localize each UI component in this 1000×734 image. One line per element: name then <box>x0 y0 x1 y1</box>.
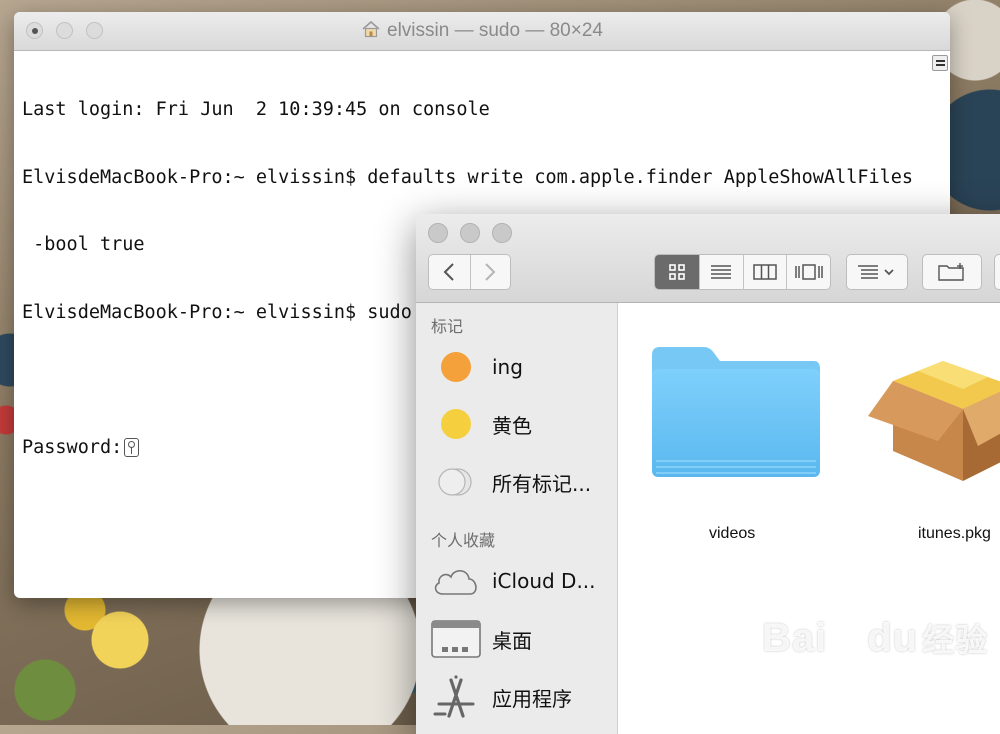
sidebar-item-label: 应用程序 <box>492 686 572 711</box>
yellow-tag-icon <box>441 409 471 439</box>
home-icon <box>362 20 380 38</box>
paw-icon <box>832 618 865 652</box>
back-button[interactable] <box>429 255 470 289</box>
watermark-brand: Bai du 经验 <box>762 615 988 661</box>
sidebar-item-icloud-drive[interactable]: iCloud D... <box>416 561 617 601</box>
list-view-button[interactable] <box>698 255 743 289</box>
favorites-header: 个人收藏 <box>431 531 496 550</box>
cover-flow-icon <box>794 264 823 280</box>
tags-header: 标记 <box>431 317 464 336</box>
list-icon <box>711 265 732 279</box>
sidebar-item-tag-yellow[interactable]: 黄色 <box>416 404 617 444</box>
column-view-button[interactable] <box>742 255 787 289</box>
forward-button[interactable] <box>469 255 510 289</box>
watermark-url: jingyan.baidu.com <box>768 663 897 680</box>
arrange-icon <box>858 265 894 279</box>
baidu-watermark: Bai du 经验 jingyan.baidu.com <box>762 615 988 681</box>
finder-sidebar[interactable]: 标记 ing 黄色 所有标记... 个人收藏 iCloud D... 桌面 应用… <box>416 303 618 734</box>
terminal-line: ElvisdeMacBook-Pro:~ elvissin$ defaults … <box>22 166 914 188</box>
nav-buttons[interactable] <box>428 254 511 290</box>
file-item-itunes-pkg[interactable] <box>863 331 1000 495</box>
gallery-view-button[interactable] <box>786 255 830 289</box>
key-icon <box>124 437 140 457</box>
sidebar-item-applications[interactable]: 应用程序 <box>416 675 617 718</box>
new-folder-button[interactable] <box>922 254 982 290</box>
sidebar-item-label: 所有标记... <box>492 471 592 496</box>
sidebar-item-label: iCloud D... <box>492 569 596 593</box>
orange-tag-icon <box>441 352 471 382</box>
file-name: itunes.pkg <box>918 525 991 542</box>
watermark-brand-part: 经验 <box>922 622 989 658</box>
icon-view-button[interactable] <box>655 255 699 289</box>
file-item-videos[interactable] <box>648 343 824 487</box>
scrollbar-toggle[interactable] <box>932 55 948 71</box>
terminal-title: elvissin — sudo — 80×24 <box>14 20 950 42</box>
close-button[interactable] <box>428 223 448 243</box>
new-folder-icon <box>938 263 964 281</box>
columns-icon <box>753 264 777 280</box>
chevron-right-icon <box>485 263 496 281</box>
view-mode-control[interactable] <box>654 254 831 290</box>
zoom-button[interactable] <box>492 223 512 243</box>
sidebar-item-all-tags[interactable]: 所有标记... <box>416 462 617 502</box>
terminal-title-text: elvissin — sudo — 80×24 <box>387 20 603 41</box>
folder-icon <box>652 347 820 477</box>
terminal-titlebar[interactable]: elvissin — sudo — 80×24 <box>14 12 950 51</box>
file-name: videos <box>709 525 756 542</box>
share-button[interactable] <box>994 254 1000 290</box>
arrange-menu-button[interactable] <box>846 254 908 290</box>
watermark-brand-part: du <box>867 616 919 660</box>
sidebar-item-desktop[interactable]: 桌面 <box>416 619 617 659</box>
sidebar-item-label: 桌面 <box>492 628 532 653</box>
grid-icon <box>669 264 685 280</box>
password-prompt: Password: <box>22 436 123 458</box>
watermark-brand-part: Bai <box>762 616 828 660</box>
sidebar-item-label: 黄色 <box>492 413 532 438</box>
package-icon <box>868 361 1000 481</box>
sidebar-item-label: ing <box>492 355 523 379</box>
cloud-icon <box>434 570 477 595</box>
minimize-button[interactable] <box>460 223 480 243</box>
finder-toolbar[interactable] <box>416 214 1000 303</box>
chevron-left-icon <box>443 263 454 281</box>
desktop-icon <box>431 620 481 658</box>
sidebar-item-tag-ing[interactable]: ing <box>416 347 617 387</box>
applications-icon <box>433 675 475 718</box>
all-tags-icon <box>438 468 472 496</box>
terminal-line: Last login: Fri Jun 2 10:39:45 on consol… <box>22 99 490 120</box>
